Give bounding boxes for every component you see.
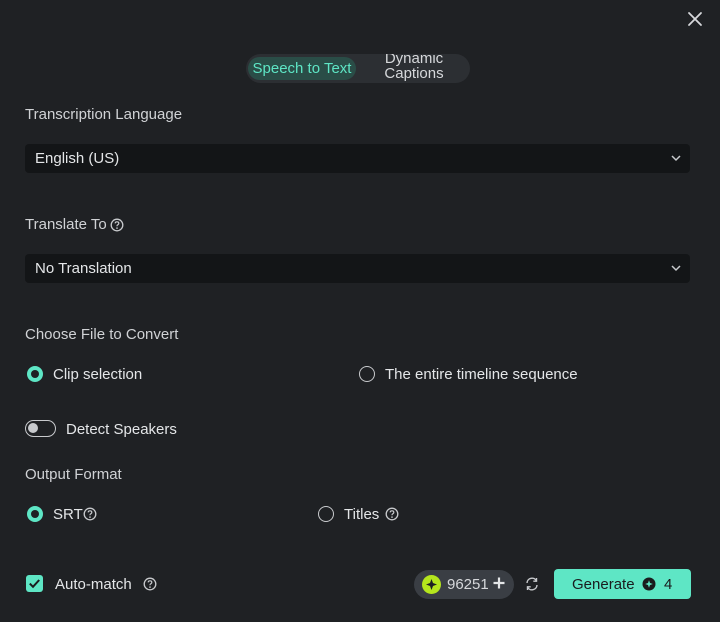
close-icon[interactable] (684, 8, 706, 30)
credit-icon (642, 577, 656, 591)
coin-icon (422, 575, 441, 594)
refresh-icon[interactable] (524, 576, 540, 592)
clip-selection-radio[interactable] (27, 366, 43, 382)
toggle-knob (28, 423, 38, 433)
chevron-down-icon (671, 155, 681, 162)
entire-timeline-label[interactable]: The entire timeline sequence (385, 366, 578, 383)
titles-label[interactable]: Titles (344, 506, 379, 523)
srt-radio[interactable] (27, 506, 43, 522)
mode-tabs: Speech to Text Dynamic Captions (246, 54, 470, 83)
chevron-down-icon (671, 265, 681, 272)
generate-button[interactable]: Generate 4 (554, 569, 691, 599)
transcription-language-value: English (US) (35, 150, 120, 167)
translate-to-value: No Translation (35, 260, 132, 277)
help-icon[interactable] (143, 577, 157, 591)
entire-timeline-radio[interactable] (359, 366, 375, 382)
credits-count: 96251 (447, 576, 489, 593)
generate-label: Generate (572, 576, 635, 593)
transcription-language-select[interactable]: English (US) (25, 144, 690, 173)
auto-match-checkbox[interactable] (26, 575, 43, 592)
help-icon[interactable] (110, 218, 124, 232)
detect-speakers-label: Detect Speakers (66, 421, 177, 438)
help-icon[interactable] (385, 507, 399, 521)
srt-label[interactable]: SRT (53, 506, 83, 523)
tab-dynamic-captions[interactable]: Dynamic Captions (374, 54, 454, 81)
choose-file-label: Choose File to Convert (25, 326, 179, 343)
credits-balance: 96251 (414, 570, 514, 599)
check-icon (29, 579, 40, 589)
auto-match-label: Auto-match (55, 576, 132, 593)
generate-cost: 4 (664, 576, 673, 593)
output-format-label: Output Format (25, 466, 122, 483)
tab-speech-to-text[interactable]: Speech to Text (248, 57, 356, 80)
detect-speakers-toggle[interactable] (25, 420, 56, 437)
clip-selection-label[interactable]: Clip selection (53, 366, 142, 383)
titles-radio[interactable] (318, 506, 334, 522)
transcription-language-label: Transcription Language (25, 106, 183, 123)
help-icon[interactable] (83, 507, 97, 521)
translate-to-label: Translate To (25, 216, 107, 233)
plus-icon[interactable] (492, 576, 506, 590)
translate-to-select[interactable]: No Translation (25, 254, 690, 283)
speech-to-text-dialog: { "tabs": { "active": "Speech to Text", … (0, 0, 720, 622)
